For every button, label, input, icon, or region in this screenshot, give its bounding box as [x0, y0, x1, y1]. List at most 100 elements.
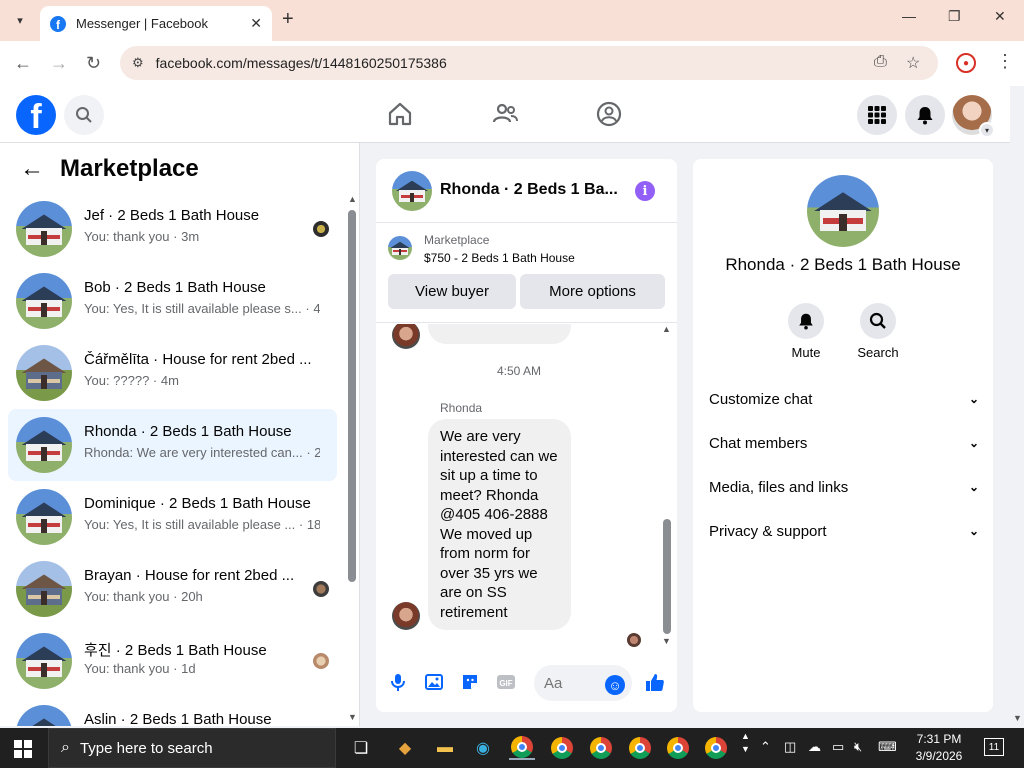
- emoji-icon[interactable]: ☺: [605, 675, 625, 695]
- chat-members-row[interactable]: Chat members ⌄: [709, 431, 979, 455]
- scroll-down-arrow-icon[interactable]: ▼: [348, 712, 357, 722]
- search-icon: [869, 312, 886, 329]
- conversation-item[interactable]: Jef · 2 Beds 1 Bath House You: thank you…: [8, 193, 337, 265]
- conversation-item-active[interactable]: Rhonda · 2 Beds 1 Bath House Rhonda: We …: [8, 409, 337, 481]
- url-text[interactable]: facebook.com/messages/t/1448160250175386: [156, 55, 447, 71]
- gif-icon[interactable]: GIF: [496, 672, 516, 692]
- more-options-button[interactable]: More options: [520, 274, 665, 309]
- conversation-item[interactable]: Bob · 2 Beds 1 Bath House You: Yes, It i…: [8, 265, 337, 337]
- page-scrollbar[interactable]: ▼: [1010, 143, 1024, 726]
- chrome-taskbar-icon[interactable]: [703, 736, 729, 760]
- chrome-taskbar-icon[interactable]: [588, 736, 614, 760]
- photo-icon[interactable]: [424, 672, 444, 692]
- scroll-down-arrow-icon[interactable]: ▼: [662, 636, 671, 646]
- minimize-icon[interactable]: —: [902, 8, 916, 24]
- groups-icon[interactable]: [595, 100, 623, 128]
- conversation-item[interactable]: Aslin · 2 Beds 1 Bath House: [8, 697, 337, 726]
- customize-chat-row[interactable]: Customize chat ⌄: [709, 387, 979, 411]
- thread-scrollbar[interactable]: ▲ ▼: [662, 324, 672, 649]
- privacy-support-row[interactable]: Privacy & support ⌄: [709, 519, 979, 543]
- message-bubble[interactable]: We are very interested can we sit up a t…: [428, 419, 571, 630]
- chat-title[interactable]: Rhonda · 2 Beds 1 Ba...: [440, 181, 620, 199]
- sticker-icon[interactable]: [460, 672, 480, 692]
- microphone-icon[interactable]: [388, 672, 408, 692]
- notification-center-icon[interactable]: 11: [984, 738, 1004, 756]
- new-tab-plus-icon[interactable]: +: [282, 8, 294, 31]
- facebook-favicon-icon: f: [50, 15, 66, 32]
- windows-start-icon[interactable]: [14, 740, 32, 758]
- scroll-up-arrow-icon[interactable]: ▲: [348, 194, 357, 204]
- scrollbar-thumb[interactable]: [348, 210, 356, 582]
- chrome-taskbar-icon[interactable]: [665, 736, 691, 760]
- listing-thumbnail: [16, 273, 72, 329]
- conversation-name: Bob · 2 Beds 1 Bath House: [84, 279, 266, 296]
- browser-tab-messenger[interactable]: f Messenger | Facebook ✕: [40, 6, 272, 41]
- install-app-icon[interactable]: ⎙: [874, 53, 887, 71]
- back-arrow-icon[interactable]: ←: [20, 155, 44, 183]
- chat-info-name: Rhonda · 2 Beds 1 Bath House: [725, 255, 961, 274]
- browser-menu-icon[interactable]: ⋮: [996, 51, 1014, 72]
- conversation-item[interactable]: 후진 · 2 Beds 1 Bath House You: thank you …: [8, 625, 337, 697]
- meet-now-icon[interactable]: ◫: [784, 739, 796, 755]
- chevron-down-icon: ⌄: [968, 524, 979, 538]
- scroll-down-arrow-icon[interactable]: ▼: [1013, 713, 1022, 723]
- close-tab-icon[interactable]: ✕: [250, 15, 262, 32]
- conversation-item[interactable]: Čářmělīta · House for rent 2bed ... You:…: [8, 337, 337, 409]
- menu-grid-button[interactable]: [857, 95, 897, 135]
- facebook-search-button[interactable]: [64, 95, 104, 135]
- sender-avatar: [392, 324, 420, 349]
- tab-search-chevron-icon[interactable]: ▾: [8, 8, 32, 32]
- taskbar-search-box[interactable]: ⌕ Type here to search: [48, 728, 336, 768]
- home-icon[interactable]: [386, 100, 414, 128]
- reload-icon[interactable]: ↻: [86, 53, 101, 74]
- search-in-chat-button[interactable]: Search: [848, 303, 908, 360]
- chevron-down-icon: ⌄: [968, 392, 979, 406]
- chrome-taskbar-icon[interactable]: [627, 736, 653, 760]
- network-icon[interactable]: ▭: [832, 739, 844, 755]
- search-icon: ⌕: [61, 739, 70, 756]
- file-explorer-icon[interactable]: ▬: [432, 736, 458, 760]
- keyboard-icon[interactable]: ⌨: [878, 739, 897, 755]
- conversation-snippet: You: Yes, It is still available please s…: [84, 301, 320, 316]
- section-label: Privacy & support: [709, 522, 827, 540]
- bookmark-star-icon[interactable]: ☆: [906, 53, 920, 73]
- facebook-logo-icon[interactable]: f: [16, 95, 56, 135]
- marketplace-chat-list: ← Marketplace Jef · 2 Beds 1 Bath House …: [0, 143, 360, 726]
- taskbar-clock[interactable]: 7:31 PM 3/9/2026: [906, 731, 972, 765]
- friends-icon[interactable]: [491, 100, 519, 128]
- volume-muted-icon[interactable]: 🔇︎: [854, 739, 862, 755]
- browser-profile-icon[interactable]: ●: [956, 53, 976, 73]
- edge-icon[interactable]: ◉: [470, 736, 496, 760]
- message-composer: GIF ☺: [376, 662, 677, 702]
- chat-window: Rhonda · 2 Beds 1 Ba... i Marketplace $7…: [376, 159, 677, 712]
- show-hidden-icons-chevron-icon[interactable]: ⌃: [760, 739, 771, 755]
- taskbar-overflow-arrows-icon[interactable]: ▲ ▼: [741, 730, 750, 756]
- chat-list-scrollbar[interactable]: ▲ ▼: [347, 194, 357, 722]
- thumbs-up-icon[interactable]: [644, 671, 666, 693]
- conversation-name: Jef · 2 Beds 1 Bath House: [84, 207, 260, 224]
- task-view-icon[interactable]: ❏: [348, 736, 374, 760]
- notifications-button[interactable]: [905, 95, 945, 135]
- chrome-taskbar-icon[interactable]: [549, 736, 575, 760]
- scroll-up-arrow-icon[interactable]: ▲: [662, 324, 671, 334]
- seen-avatar: [313, 581, 329, 597]
- conversation-item[interactable]: Brayan · House for rent 2bed ... You: th…: [8, 553, 337, 625]
- mute-button[interactable]: Mute: [776, 303, 836, 360]
- media-files-links-row[interactable]: Media, files and links ⌄: [709, 475, 979, 499]
- forward-arrow-icon[interactable]: →: [50, 53, 68, 74]
- copilot-icon[interactable]: ◆: [392, 736, 418, 760]
- onedrive-icon[interactable]: ☁: [808, 739, 821, 755]
- chrome-taskbar-icon[interactable]: [509, 736, 535, 760]
- restore-icon[interactable]: ❐: [948, 8, 961, 25]
- site-info-icon[interactable]: ⚙: [132, 55, 144, 71]
- conversation-item[interactable]: Dominique · 2 Beds 1 Bath House You: Yes…: [8, 481, 337, 553]
- chat-listing-thumbnail[interactable]: [392, 171, 432, 211]
- address-bar[interactable]: ⚙ facebook.com/messages/t/14481602501753…: [120, 46, 938, 80]
- scrollbar-thumb[interactable]: [663, 519, 671, 634]
- close-window-icon[interactable]: ✕: [994, 8, 1006, 25]
- listing-mini-thumbnail: [388, 236, 412, 260]
- view-buyer-button[interactable]: View buyer: [388, 274, 516, 309]
- account-avatar[interactable]: ▾: [952, 95, 995, 138]
- back-arrow-icon[interactable]: ←: [14, 53, 32, 74]
- info-icon[interactable]: i: [635, 181, 655, 201]
